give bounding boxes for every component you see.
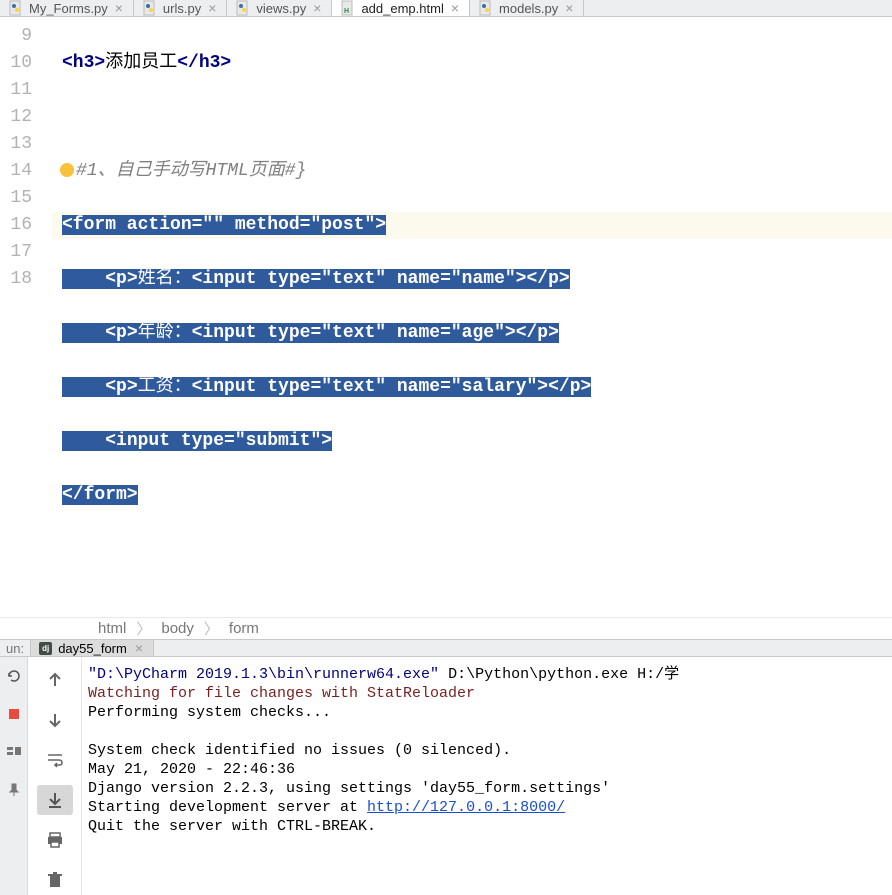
code-token: </form> <box>62 485 138 505</box>
code-token: </p> <box>526 269 569 289</box>
console-line: D:\Python\python.exe H:/学 <box>439 666 679 683</box>
console-line: System check identified no issues (0 sil… <box>88 742 511 759</box>
scroll-down-icon[interactable] <box>37 705 73 735</box>
run-toolbar: un: dj day55_form × <box>0 640 892 657</box>
console-line: May 21, 2020 - 22:46:36 <box>88 761 295 778</box>
console-line: Performing system checks... <box>88 704 331 721</box>
code-token: <form action="" method="post"> <box>62 215 386 235</box>
html-file-icon: H <box>340 0 356 16</box>
editor-tabs-bar: My_Forms.py × urls.py × views.py × H add… <box>0 0 892 17</box>
code-comment: #1、自己手动写HTML页面#} <box>76 161 306 181</box>
scroll-up-icon[interactable] <box>37 665 73 695</box>
soft-wrap-icon[interactable] <box>37 745 73 775</box>
close-icon[interactable]: × <box>113 0 125 16</box>
tab-label: add_emp.html <box>361 1 443 16</box>
code-token: 年龄： <box>138 323 192 343</box>
line-number-gutter: 9 10 11 12 13 14 15 16 17 18 <box>0 17 38 617</box>
scroll-to-end-icon[interactable] <box>37 785 73 815</box>
code-token: 工资： <box>138 377 192 397</box>
console-left-toolbar <box>0 657 28 895</box>
console-line: Watching for file changes with StatReloa… <box>88 685 475 702</box>
breadcrumb-item[interactable]: form <box>229 620 259 637</box>
stop-icon[interactable] <box>5 705 23 723</box>
code-token: <p> <box>105 377 137 397</box>
tab-add-emp-html[interactable]: H add_emp.html × <box>332 0 470 16</box>
python-file-icon <box>8 0 24 16</box>
breadcrumb-item[interactable]: body <box>161 620 194 637</box>
intention-bulb-icon[interactable] <box>60 163 74 177</box>
tab-my-forms[interactable]: My_Forms.py × <box>0 0 134 16</box>
run-label: un: <box>0 641 30 656</box>
django-icon: dj <box>39 642 52 655</box>
trash-icon[interactable] <box>37 865 73 895</box>
rerun-icon[interactable] <box>5 667 23 685</box>
python-file-icon <box>235 0 251 16</box>
python-file-icon <box>478 0 494 16</box>
close-icon[interactable]: × <box>311 0 323 16</box>
svg-text:H: H <box>344 8 349 15</box>
chevron-right-icon: 〉 <box>136 618 151 639</box>
code-token: <input type="text" name="age"> <box>192 323 516 343</box>
layout-icon[interactable] <box>5 743 23 761</box>
console-panel: "D:\PyCharm 2019.1.3\bin\runnerw64.exe" … <box>0 657 892 895</box>
console-line: Quit the server with CTRL-BREAK. <box>88 818 376 835</box>
chevron-right-icon: 〉 <box>204 618 219 639</box>
close-icon[interactable]: × <box>449 0 461 16</box>
code-token: <input type="submit"> <box>105 431 332 451</box>
console-mid-toolbar <box>28 657 82 895</box>
tab-label: views.py <box>256 1 306 16</box>
close-icon[interactable]: × <box>563 0 575 16</box>
tab-urls[interactable]: urls.py × <box>134 0 227 16</box>
print-icon[interactable] <box>37 825 73 855</box>
code-token: </p> <box>516 323 559 343</box>
server-url-link[interactable]: http://127.0.0.1:8000/ <box>367 799 565 816</box>
python-file-icon <box>142 0 158 16</box>
run-config-name: day55_form <box>58 641 127 656</box>
run-config-tab[interactable]: dj day55_form × <box>30 640 154 656</box>
console-line: "D:\PyCharm 2019.1.3\bin\runnerw64.exe" <box>88 666 439 683</box>
pin-icon[interactable] <box>5 781 23 799</box>
fold-gutter <box>38 17 52 617</box>
tab-models[interactable]: models.py × <box>470 0 584 16</box>
close-icon[interactable]: × <box>133 640 145 656</box>
code-token: 添加员工 <box>105 53 177 73</box>
tab-label: My_Forms.py <box>29 1 108 16</box>
code-token: 姓名： <box>138 269 192 289</box>
console-line: Starting development server at <box>88 799 367 816</box>
close-icon[interactable]: × <box>206 0 218 16</box>
code-token: <input type="text" name="salary"> <box>192 377 548 397</box>
code-token: <p> <box>105 269 137 289</box>
breadcrumb: html 〉 body 〉 form <box>0 617 892 640</box>
code-token: </p> <box>548 377 591 397</box>
breadcrumb-item[interactable]: html <box>98 620 126 637</box>
code-content[interactable]: <h3>添加员工</h3> #1、自己手动写HTML页面#} <form act… <box>52 17 892 617</box>
tab-label: models.py <box>499 1 558 16</box>
tab-label: urls.py <box>163 1 201 16</box>
code-token: <p> <box>105 323 137 343</box>
code-token: </h3> <box>177 53 231 73</box>
code-token: <input type="text" name="name"> <box>192 269 527 289</box>
console-line: Django version 2.2.3, using settings 'da… <box>88 780 610 797</box>
code-token: <h3> <box>62 53 105 73</box>
console-output[interactable]: "D:\PyCharm 2019.1.3\bin\runnerw64.exe" … <box>82 657 892 895</box>
editor-area[interactable]: 9 10 11 12 13 14 15 16 17 18 <h3>添加员工</h… <box>0 17 892 617</box>
tab-views[interactable]: views.py × <box>227 0 332 16</box>
